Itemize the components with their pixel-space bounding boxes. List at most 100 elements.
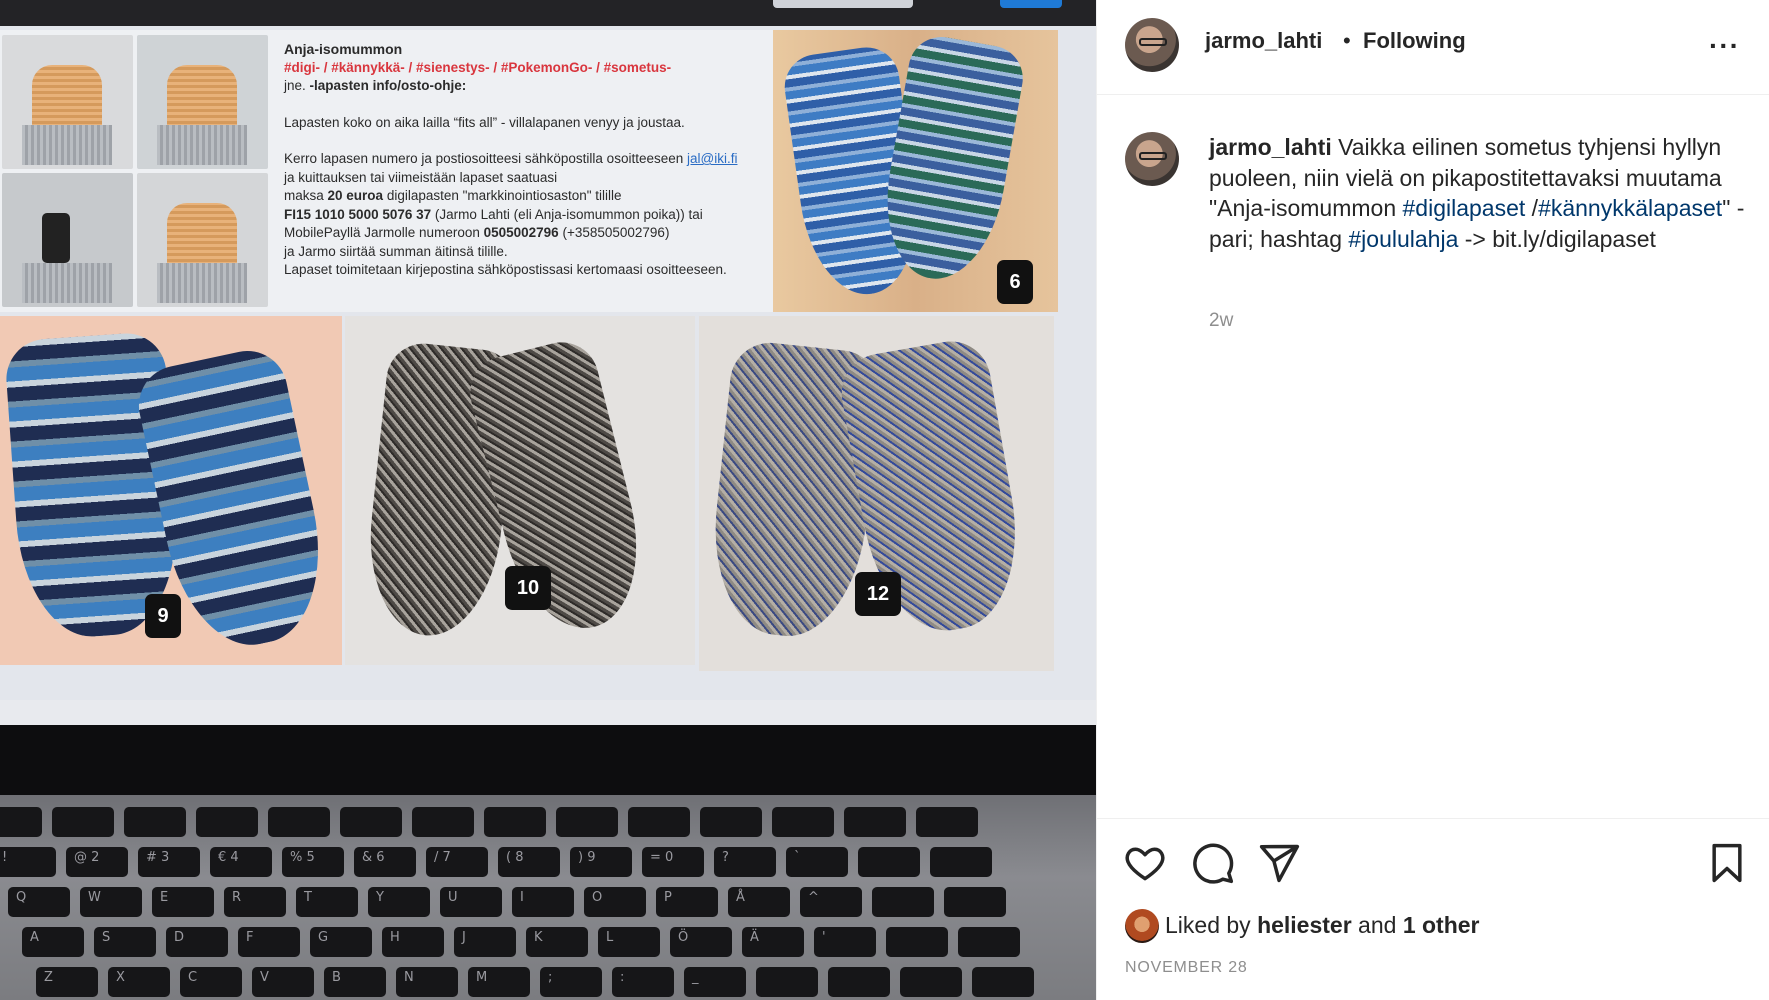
author-username[interactable]: jarmo_lahti [1205,28,1322,54]
info-subtitle: jne. -lapasten info/osto-ohje: [284,78,467,93]
header-separator: • [1343,28,1351,53]
keyboard-key: T [296,887,358,917]
mitten-number-badge-6: 6 [997,260,1033,304]
save-bookmark-icon[interactable] [1705,841,1749,885]
likes-summary: Liked by heliester and 1 other [1165,912,1480,938]
keyboard-key: O [584,887,646,917]
keyboard-key: V [252,967,314,997]
caption-author-avatar[interactable] [1125,132,1179,186]
likes-others-link[interactable]: 1 other [1403,912,1480,938]
hashtag-joululahja[interactable]: #joululahja [1348,226,1458,252]
info-tags: #digi- / #kännykkä- / #sienestys- / #Pok… [284,59,672,75]
keyboard-row: ! @ 2 # 3 € 4 % 5 & 6 / 7 ( 8) 9 = 0? ` [0,847,992,877]
laptop-screen: Anja-isomummon #digi- / #kännykkä- / #si… [0,0,1096,725]
keyboard-key: E [152,887,214,917]
post-sidebar: jarmo_lahti • Following ··· jarmo_lahti … [1096,0,1769,1000]
laptop-keyboard: ! @ 2 # 3 € 4 % 5 & 6 / 7 ( 8) 9 = 0? ` Q W E R T Y U I O P… [0,795,1096,1000]
info-order-line-2: ja kuittauksen tai viimeistään lapaset s… [284,169,558,185]
keyboard-key: L [598,927,660,957]
keyboard-row: Z X C V B N M;: _ [36,967,1034,997]
author-avatar[interactable] [1125,18,1179,72]
keyboard-key: G [310,927,372,957]
thumb-mitten-1 [2,35,133,169]
info-size-note: Lapasten koko on aika lailla “fits all” … [284,114,685,130]
keyboard-key: X [108,967,170,997]
keyboard-key: ! [0,847,56,877]
hashtag-kannykkalapaset[interactable]: #kännykkälapaset [1538,195,1722,221]
info-order-line-3: maksa 20 euroa digilapasten "markkinoint… [284,188,622,203]
mitten-photo-12: 12 [699,316,1054,671]
keyboard-key: H [382,927,444,957]
keyboard-key: € 4 [210,847,272,877]
info-order-line-7: Lapaset toimitetaan kirjepostina sähköpo… [284,262,727,277]
keyboard-key: K [526,927,588,957]
hashtag-digilapaset[interactable]: #digilapaset [1403,195,1526,221]
post-header: jarmo_lahti • Following ··· [1097,0,1769,95]
keyboard-key: C [180,967,242,997]
browser-button-pill [1000,0,1062,8]
info-title: Anja-isomummon [284,41,403,57]
keyboard-key: A [22,927,84,957]
keyboard-key: @ 2 [66,847,128,877]
keyboard-key: N [396,967,458,997]
thumb-phone-hand [2,173,133,307]
info-order-line-6: ja Jarmo siirtää summan äitinsä tilille. [284,243,508,259]
keyboard-key [412,807,474,837]
thumb-mitten-2 [137,35,268,169]
keyboard-key: _ [684,967,746,997]
keyboard-key [124,807,186,837]
liker-username[interactable]: heliester [1257,912,1352,938]
keyboard-key [828,967,890,997]
keyboard-key [886,927,948,957]
info-order-line-4: FI15 1010 5000 5076 37 (Jarmo Lahti (eli… [284,206,703,222]
keyboard-key [628,807,690,837]
post-caption: jarmo_lahti Vaikka eilinen sometus tyhje… [1209,132,1749,254]
info-order-line-1: Kerro lapasen numero ja postiosoitteesi … [284,151,738,166]
keyboard-key: I [512,887,574,917]
post-date[interactable]: NOVEMBER 28 [1125,959,1248,977]
keyboard-key [930,847,992,877]
keyboard-key [340,807,402,837]
keyboard-key: Å [728,887,790,917]
keyboard-key [900,967,962,997]
post-photo[interactable]: Anja-isomummon #digi- / #kännykkä- / #si… [0,0,1096,1000]
browser-top-bar [0,0,1096,26]
keyboard-key [916,807,978,837]
keyboard-key: B [324,967,386,997]
keyboard-key [756,967,818,997]
share-paper-plane-icon[interactable] [1257,841,1301,885]
keyboard-key: ? [714,847,776,877]
keyboard-key: ' [814,927,876,957]
caption-time-ago[interactable]: 2w [1209,310,1233,332]
keyboard-key: Y [368,887,430,917]
keyboard-key: U [440,887,502,917]
keyboard-key: % 5 [282,847,344,877]
keyboard-key: # 3 [138,847,200,877]
more-options-icon[interactable]: ··· [1709,30,1740,62]
following-button[interactable]: Following [1363,28,1466,54]
thumb-mitten-3 [137,173,268,307]
liker-avatar[interactable] [1125,909,1159,943]
keyboard-key: J [454,927,516,957]
keyboard-key: Ö [670,927,732,957]
keyboard-row: A S D F G H J K L Ö Ä ' [22,927,1020,957]
keyboard-key [872,887,934,917]
keyboard-key: W [80,887,142,917]
comment-bubble-icon[interactable] [1191,841,1235,885]
mitten-photo-9: 9 [0,316,342,665]
laptop-bezel [0,725,1096,800]
keyboard-key: ` [786,847,848,877]
keyboard-key: ; [540,967,602,997]
mitten-photo-6: 6 [773,30,1058,312]
keyboard-key: Ä [742,927,804,957]
caption-username[interactable]: jarmo_lahti [1209,134,1332,160]
keyboard-key [972,967,1034,997]
info-order-line-5: MobilePayllä Jarmolle numeroon 050500279… [284,225,670,240]
mitten-number-badge-10: 10 [505,566,551,610]
keyboard-key [772,807,834,837]
keyboard-key [700,807,762,837]
keyboard-key: : [612,967,674,997]
keyboard-key [944,887,1006,917]
info-text: Anja-isomummon #digi- / #kännykkä- / #si… [284,40,764,280]
like-heart-icon[interactable] [1123,841,1167,885]
